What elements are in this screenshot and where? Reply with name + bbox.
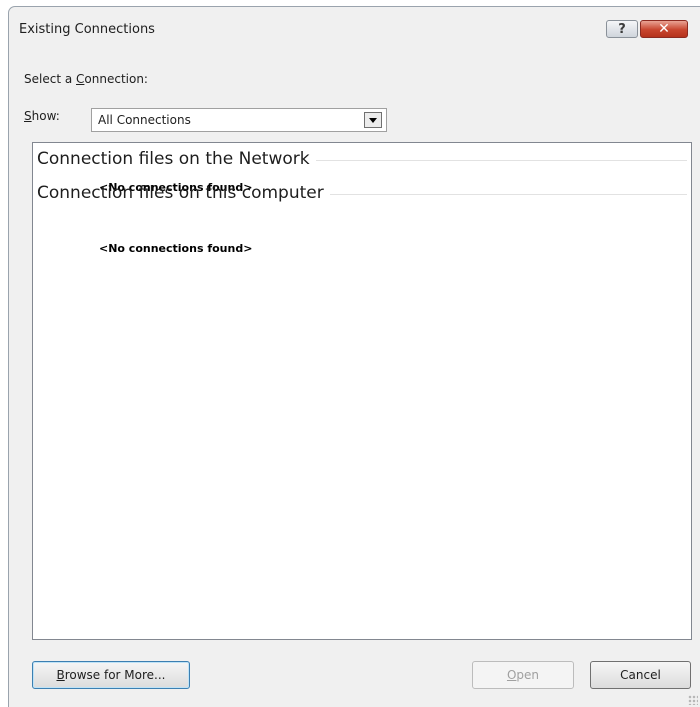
show-accel: S — [24, 109, 32, 123]
select-connection-label: Select a Connection: — [24, 72, 148, 86]
group-header-computer-label: Connection files on this computer — [37, 183, 324, 203]
browse-rest: rowse for More... — [64, 668, 166, 682]
cancel-button[interactable]: Cancel — [590, 661, 691, 689]
show-filter-value: All Connections — [98, 113, 191, 127]
select-connection-suffix: onnection: — [84, 72, 148, 86]
window-title: Existing Connections — [19, 22, 155, 37]
browse-accel: B — [56, 668, 65, 682]
group-header-network: Connection files on the Network — [37, 149, 687, 169]
group-header-network-label: Connection files on the Network — [37, 149, 310, 169]
browse-for-more-button[interactable]: Browse for More... — [32, 661, 190, 689]
help-icon: ? — [618, 21, 626, 37]
connections-list[interactable]: Connection files on the Network <No conn… — [32, 142, 692, 640]
help-button[interactable]: ? — [606, 20, 638, 38]
open-rest: pen — [516, 668, 540, 682]
group-divider — [315, 160, 687, 161]
group-header-computer: Connection files on this computer — [37, 183, 687, 203]
close-icon: ✕ — [658, 21, 670, 37]
group-divider — [329, 194, 687, 195]
close-button[interactable]: ✕ — [640, 20, 688, 38]
show-filter-dropdown[interactable]: All Connections — [91, 108, 387, 132]
show-suffix: how: — [31, 109, 60, 123]
empty-note-computer: <No connections found> — [99, 242, 253, 255]
open-accel: O — [506, 668, 517, 682]
resize-grip-icon[interactable] — [688, 695, 698, 705]
select-connection-prefix: Select a — [24, 72, 77, 86]
show-label: Show: — [24, 109, 60, 123]
open-button[interactable]: Open — [472, 661, 574, 689]
chevron-down-icon[interactable] — [364, 112, 382, 128]
